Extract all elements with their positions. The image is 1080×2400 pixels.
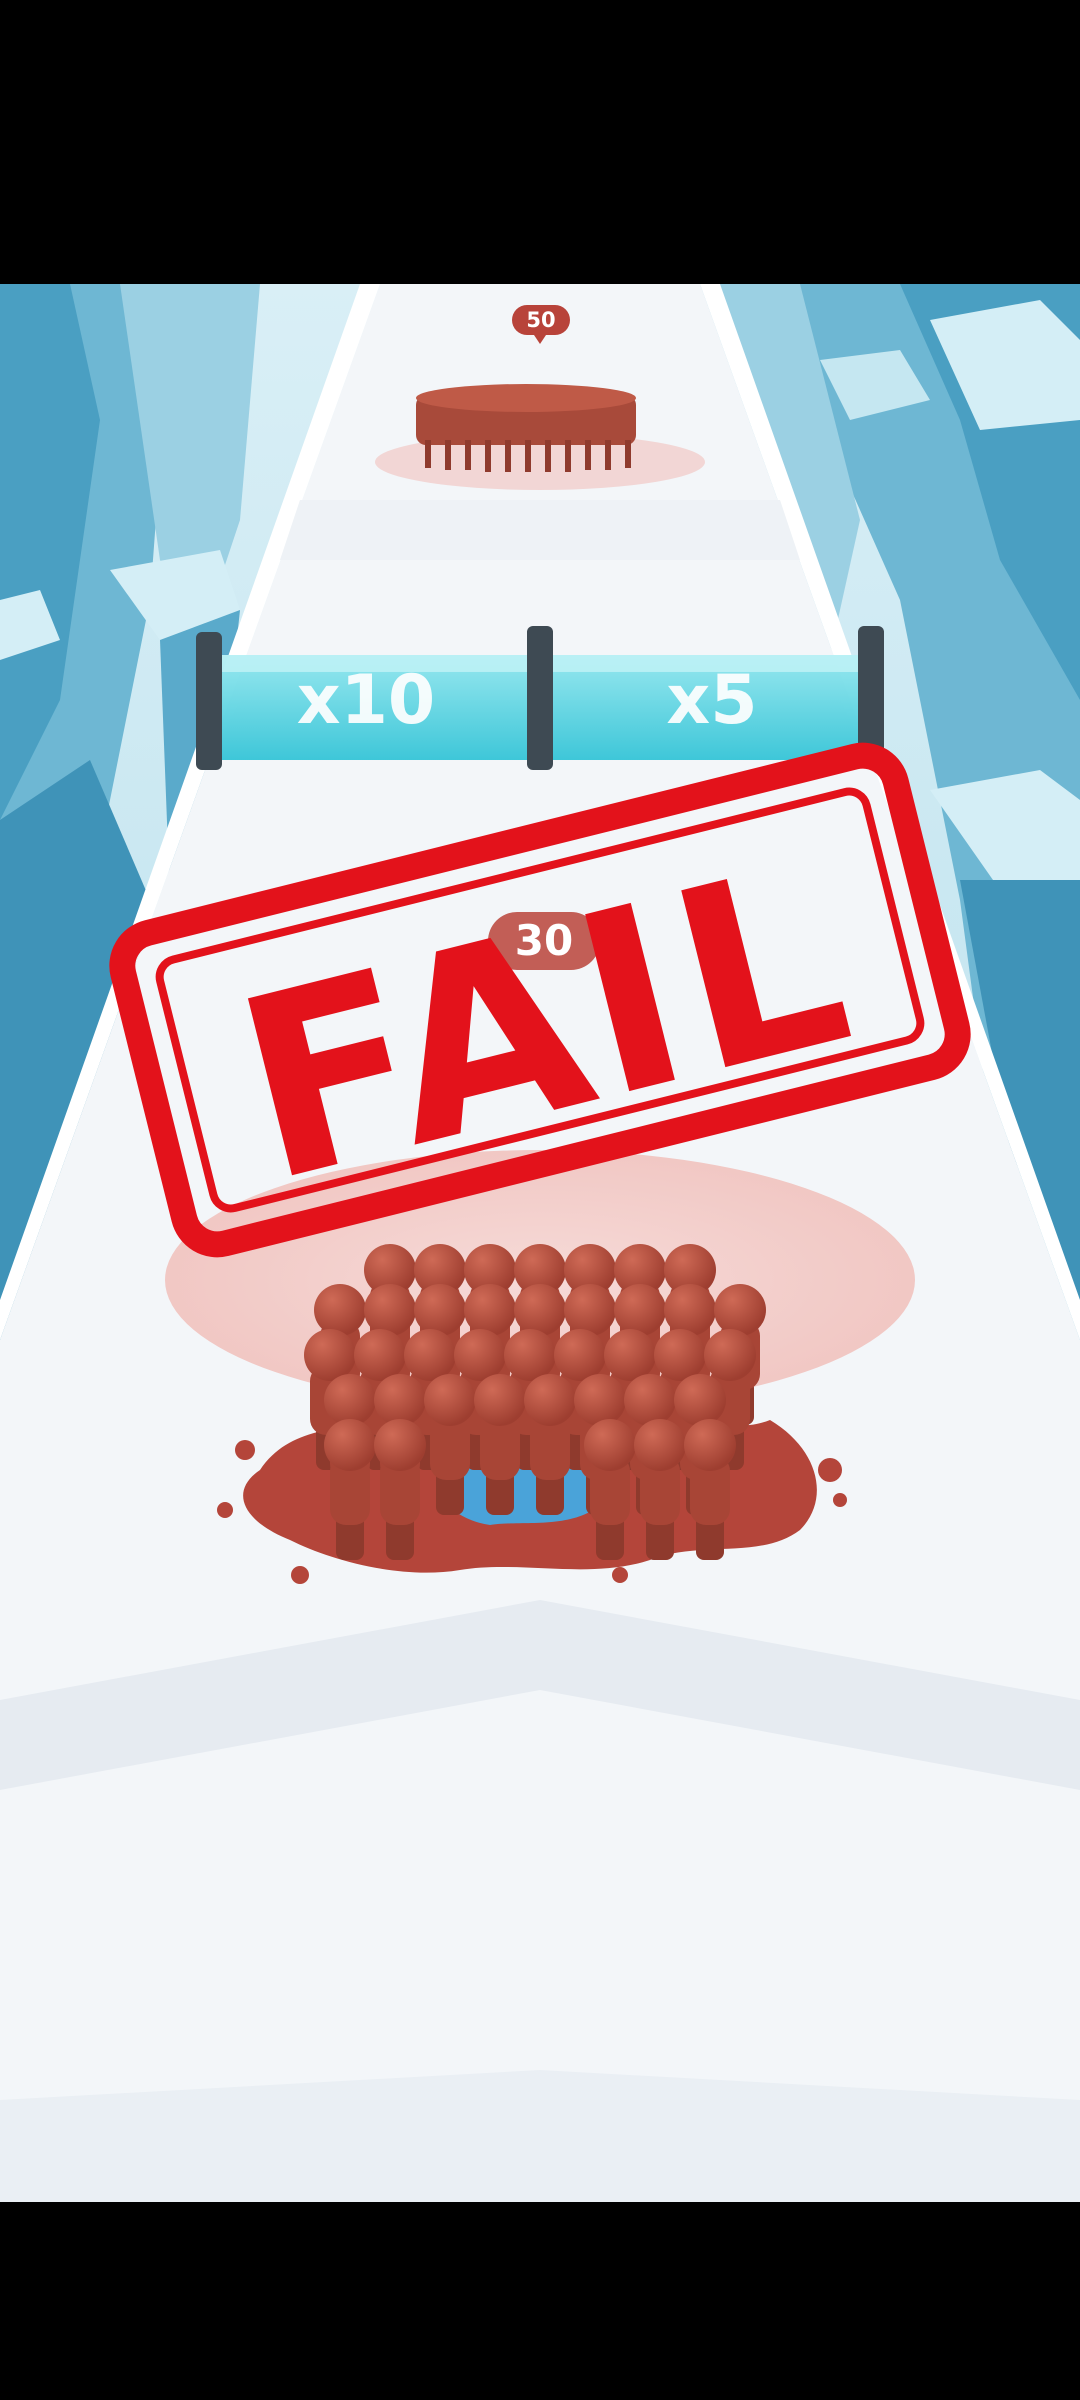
game-screen[interactable]: 50 x10 x5 30 FAIL	[0, 0, 1080, 2400]
gate-left-label: x10	[297, 661, 436, 740]
top-black-bar	[0, 0, 1080, 284]
bottom-black-bar	[0, 2202, 1080, 2400]
gate-post-left	[196, 632, 222, 770]
gate-post-middle	[527, 626, 553, 770]
game-viewport: 50 x10 x5 30 FAIL	[0, 284, 1080, 2202]
enemy-count-text: 50	[526, 308, 555, 332]
game-scene[interactable]: 50 x10 x5 30 FAIL	[0, 0, 1080, 2400]
gate-right-label: x5	[666, 661, 757, 740]
